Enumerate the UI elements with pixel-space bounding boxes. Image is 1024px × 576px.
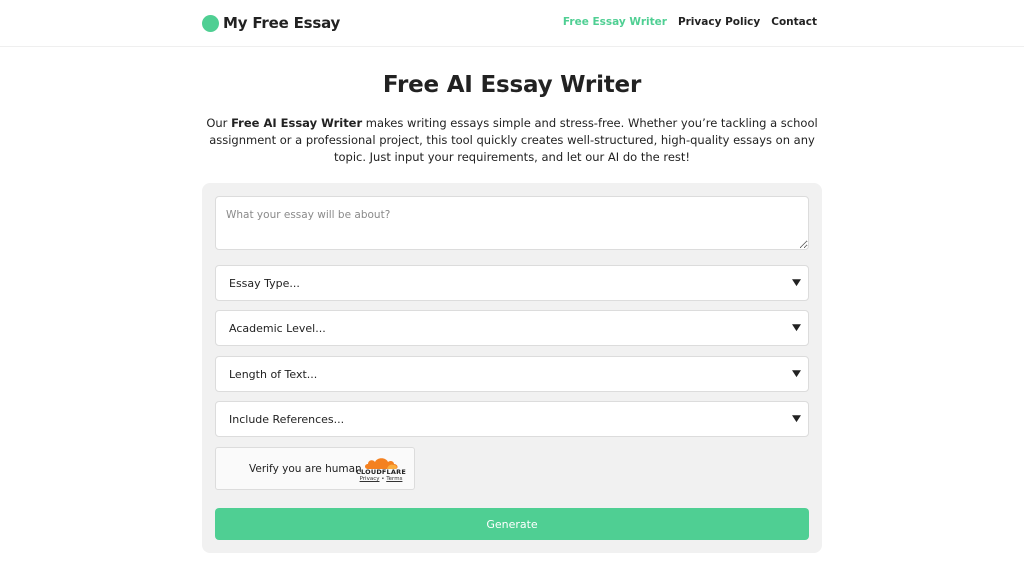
nav-free-essay-writer[interactable]: Free Essay Writer xyxy=(563,16,667,28)
length-value: Length of Text... xyxy=(229,367,318,381)
circle-logo-icon xyxy=(202,14,219,32)
captcha-terms-link[interactable]: Terms xyxy=(386,476,402,482)
essay-form: Essay Type... ▼ Academic Level... ▼ Leng… xyxy=(202,183,822,553)
page-title: Free AI Essay Writer xyxy=(382,72,642,98)
academic-level-value: Academic Level... xyxy=(229,321,326,335)
length-select[interactable]: Length of Text... ▼ xyxy=(215,356,809,392)
references-value: Include References... xyxy=(229,412,345,426)
brand-name: My Free Essay xyxy=(223,14,341,32)
cloudflare-logo: CLOUDFLARE Privacy • Terms xyxy=(355,454,407,484)
captcha-label: Verify you are human xyxy=(249,463,362,475)
academic-level-select[interactable]: Academic Level... ▼ xyxy=(215,310,809,346)
intro-text: Our Free AI Essay Writer makes writing e… xyxy=(202,115,822,166)
topic-input[interactable] xyxy=(215,196,809,250)
intro-prefix: Our xyxy=(206,116,232,130)
chevron-down-icon: ▼ xyxy=(792,414,802,424)
intro-bold: Free AI Essay Writer xyxy=(231,116,363,130)
chevron-down-icon: ▼ xyxy=(792,369,802,379)
chevron-down-icon: ▼ xyxy=(792,278,802,288)
captcha-separator: • xyxy=(381,476,385,482)
captcha-links: Privacy • Terms xyxy=(355,476,407,482)
cloudflare-wordmark: CLOUDFLARE xyxy=(356,468,406,476)
nav-contact[interactable]: Contact xyxy=(771,16,817,28)
nav-privacy-policy[interactable]: Privacy Policy xyxy=(678,16,760,28)
captcha-privacy-link[interactable]: Privacy xyxy=(360,476,380,482)
captcha-widget[interactable]: Verify you are human CLOUDFLARE Privacy … xyxy=(215,447,415,490)
brand-logo[interactable]: My Free Essay xyxy=(202,14,340,32)
main-nav: Free Essay Writer Privacy Policy Contact xyxy=(563,16,817,28)
essay-type-value: Essay Type... xyxy=(229,276,300,290)
chevron-down-icon: ▼ xyxy=(792,323,802,333)
essay-type-select[interactable]: Essay Type... ▼ xyxy=(215,265,809,301)
generate-button[interactable]: Generate xyxy=(215,508,809,540)
references-select[interactable]: Include References... ▼ xyxy=(215,401,809,437)
site-header: My Free Essay Free Essay Writer Privacy … xyxy=(0,0,1024,47)
